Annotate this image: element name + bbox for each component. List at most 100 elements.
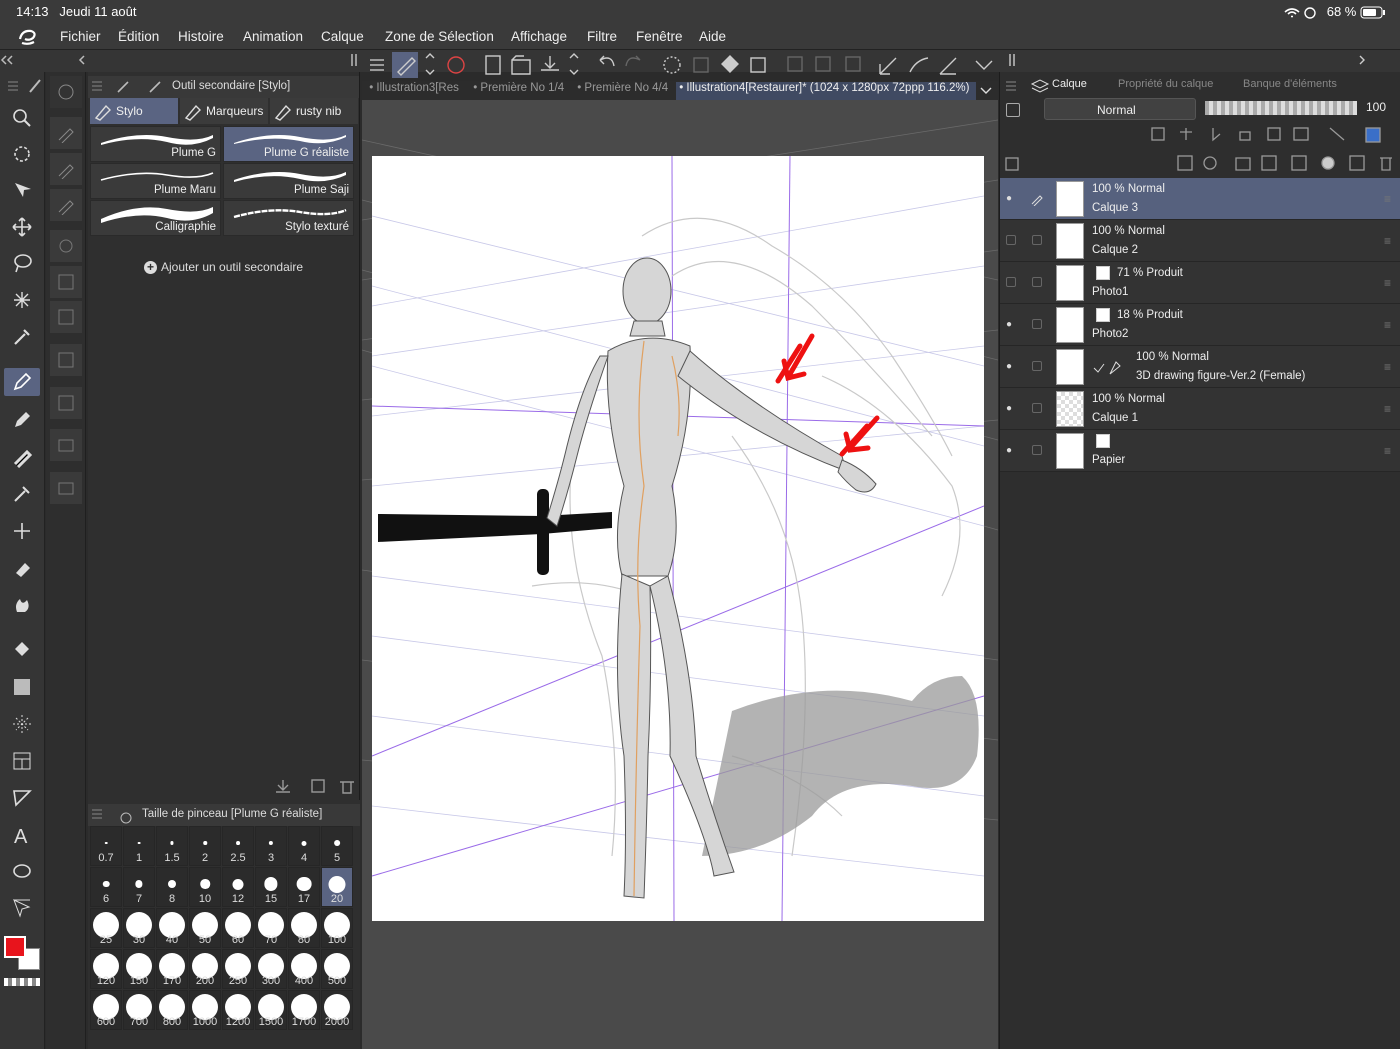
lock-checkbox[interactable]	[1032, 319, 1042, 329]
brush-size-option[interactable]: 80	[288, 908, 320, 948]
eye-icon[interactable]: ●	[1006, 403, 1018, 414]
layer-menu-icon[interactable]: ≡	[1384, 402, 1391, 416]
brush-plume-g-realiste[interactable]: Plume G réaliste	[223, 126, 354, 162]
figure-tool-icon[interactable]	[8, 710, 36, 738]
brush-size-option[interactable]: 150	[123, 949, 155, 989]
brush-size-option[interactable]: 500	[321, 949, 353, 989]
sub-tool-marker-icon[interactable]	[50, 153, 82, 185]
brush-size-option[interactable]: 1500	[255, 990, 287, 1030]
eraser-icon[interactable]	[8, 554, 36, 582]
doc-tab-premiere-4[interactable]: • Première No 4/4	[574, 82, 674, 100]
tab-rusty-nib[interactable]: rusty nib	[270, 98, 358, 124]
sub-tool-pen-icon[interactable]	[50, 117, 82, 149]
text-tool-icon[interactable]: A	[8, 821, 36, 849]
brush-size-option[interactable]: 700	[123, 990, 155, 1030]
brush-size-option[interactable]: 30	[123, 908, 155, 948]
navigator-icon[interactable]	[50, 76, 82, 108]
brush-size-option[interactable]: 6	[90, 867, 122, 907]
brush-size-option[interactable]: 5	[321, 826, 353, 866]
edit-icon[interactable]	[50, 387, 82, 419]
brush-size-option[interactable]: 20	[321, 867, 353, 907]
menu-calque[interactable]: Calque	[321, 29, 364, 44]
lock-checkbox[interactable]	[1032, 277, 1042, 287]
menu-animation[interactable]: Animation	[243, 29, 303, 44]
brush-size-option[interactable]: 3	[255, 826, 287, 866]
pencil-tool-icon[interactable]	[8, 406, 36, 434]
layer-row[interactable]: ● 100 % Normal Calque 3 ≡	[1000, 178, 1400, 220]
transparent-color-swatch[interactable]	[4, 978, 40, 986]
brush-size-option[interactable]: 1	[123, 826, 155, 866]
menu-fenetre[interactable]: Fenêtre	[636, 29, 683, 44]
brush-size-option[interactable]: 600	[90, 990, 122, 1030]
decoration-tool-icon[interactable]	[8, 517, 36, 545]
drawing-paper[interactable]	[371, 155, 985, 922]
tabs-dropdown-icon[interactable]	[978, 83, 994, 99]
menu-selection[interactable]: Zone de Sélection	[385, 29, 494, 44]
menu-edition[interactable]: Édition	[118, 29, 159, 44]
pen-tool-icon[interactable]	[4, 368, 40, 396]
brush-calligraphie[interactable]: Calligraphie	[90, 200, 221, 236]
zoom-tool-icon[interactable]	[8, 104, 36, 132]
eye-icon[interactable]: ●	[1006, 361, 1018, 372]
brush-plume-maru[interactable]: Plume Maru	[90, 163, 221, 199]
add-sub-tool-button[interactable]: + Ajouter un outil secondaire	[144, 260, 303, 274]
opacity-slider[interactable]	[1205, 101, 1357, 115]
brush-size-option[interactable]: 800	[156, 990, 188, 1030]
material-icon[interactable]	[50, 230, 82, 262]
object-3d-icon[interactable]	[50, 472, 82, 504]
brush-size-option[interactable]: 100	[321, 908, 353, 948]
fill-tool-icon[interactable]	[8, 636, 36, 664]
lock-checkbox[interactable]	[1032, 445, 1042, 455]
brush-size-option[interactable]: 60	[222, 908, 254, 948]
gradient-tool-icon[interactable]	[8, 673, 36, 701]
brush-size-option[interactable]: 2	[189, 826, 221, 866]
sub-tool-nib-icon[interactable]	[50, 189, 82, 221]
eye-icon[interactable]: ●	[1006, 193, 1018, 204]
brush-size-option[interactable]: 10	[189, 867, 221, 907]
brush-size-option[interactable]: 12	[222, 867, 254, 907]
brush-plume-g[interactable]: Plume G	[90, 126, 221, 162]
layer-row[interactable]: 71 % Produit Photo1 ≡	[1000, 262, 1400, 304]
brush-size-option[interactable]: 0.7	[90, 826, 122, 866]
tone-icon[interactable]	[50, 344, 82, 376]
move-tool-icon[interactable]	[8, 213, 36, 241]
brush-size-option[interactable]: 2.5	[222, 826, 254, 866]
layer-row[interactable]: ● Papier ≡	[1000, 430, 1400, 472]
layer-color-toggle[interactable]	[1006, 103, 1020, 117]
blend-mode-select[interactable]: Normal	[1044, 98, 1196, 120]
brush-size-option[interactable]: 400	[288, 949, 320, 989]
brush-size-option[interactable]: 8	[156, 867, 188, 907]
tab-calque[interactable]: Calque	[1052, 78, 1087, 90]
brush-size-option[interactable]: 1700	[288, 990, 320, 1030]
menu-filtre[interactable]: Filtre	[587, 29, 617, 44]
brush-size-option[interactable]: 70	[255, 908, 287, 948]
brush-tool-icon[interactable]	[8, 443, 36, 471]
brush-size-option[interactable]: 1.5	[156, 826, 188, 866]
layer-row[interactable]: ● 100 % Normal Calque 1 ≡	[1000, 388, 1400, 430]
eye-icon[interactable]: ●	[1006, 445, 1018, 456]
correct-line-tool-icon[interactable]	[8, 894, 36, 922]
brush-size-option[interactable]: 1000	[189, 990, 221, 1030]
layer-menu-icon[interactable]: ≡	[1384, 234, 1391, 248]
lock-checkbox[interactable]	[1032, 235, 1042, 245]
doc-tab-premiere-1[interactable]: • Première No 1/4	[470, 82, 570, 100]
grid-icon[interactable]	[50, 266, 82, 298]
layer-menu-icon[interactable]: ≡	[1384, 276, 1391, 290]
brush-size-option[interactable]: 170	[156, 949, 188, 989]
brush-size-option[interactable]: 200	[189, 949, 221, 989]
main-color-swatch[interactable]	[4, 936, 26, 958]
brush-size-option[interactable]: 300	[255, 949, 287, 989]
frame-tool-icon[interactable]	[8, 747, 36, 775]
layer-row[interactable]: 100 % Normal Calque 2 ≡	[1000, 220, 1400, 262]
brush-size-option[interactable]: 25	[90, 908, 122, 948]
object-tool-icon[interactable]	[8, 176, 36, 204]
eye-icon[interactable]: ●	[1006, 319, 1018, 330]
brush-size-option[interactable]: 120	[90, 949, 122, 989]
film-icon[interactable]	[50, 301, 82, 333]
lock-checkbox[interactable]	[1032, 403, 1042, 413]
brush-size-option[interactable]: 50	[189, 908, 221, 948]
lasso-tool-icon[interactable]	[8, 249, 36, 277]
layer-row[interactable]: ● 18 % Produit Photo2 ≡	[1000, 304, 1400, 346]
brush-size-option[interactable]: 40	[156, 908, 188, 948]
rotate-tool-icon[interactable]	[8, 140, 36, 168]
